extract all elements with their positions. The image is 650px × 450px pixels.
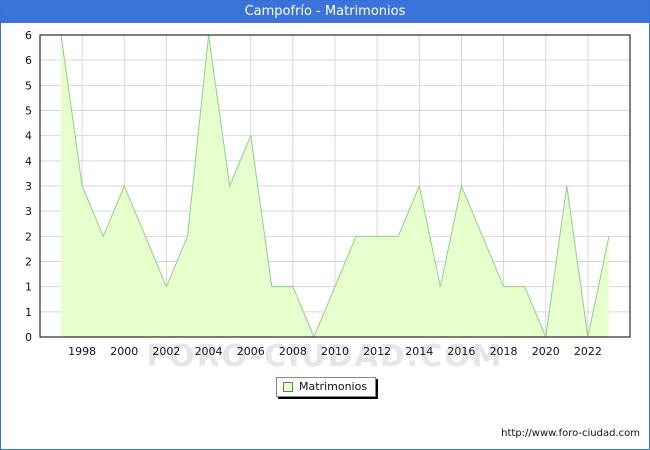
x-tick-label: 2012 [363,345,391,358]
x-tick-label: 2002 [152,345,180,358]
y-tick-label: 2 [25,256,32,269]
footer-url[interactable]: http://www.foro-ciudad.com [501,428,640,439]
x-tick-label: 2010 [321,345,349,358]
x-tick-label: 2006 [237,345,265,358]
x-tick-label: 2020 [532,345,560,358]
x-tick-label: 2022 [574,345,602,358]
x-tick-label: 1998 [68,345,96,358]
x-tick-label: 2014 [405,345,433,358]
y-tick-label: 1 [25,281,32,294]
y-tick-label: 1 [25,306,32,319]
x-tick-label: 2000 [110,345,138,358]
y-tick-label: 6 [25,29,32,42]
y-tick-label: 4 [25,155,32,168]
y-tick-label: 5 [25,79,32,92]
x-tick-label: 2004 [195,345,223,358]
x-tick-label: 2008 [279,345,307,358]
y-tick-label: 6 [25,54,32,67]
y-tick-label: 2 [25,230,32,243]
legend: Matrimonios [276,377,377,397]
y-tick-label: 3 [25,180,32,193]
x-tick-label: 2016 [447,345,475,358]
y-tick-label: 4 [25,130,32,143]
y-axis-ticks: 0 1 1 2 2 3 3 4 4 5 5 6 6 [25,29,32,344]
y-tick-label: 0 [25,331,32,344]
legend-swatch [283,382,293,392]
y-tick-label: 5 [25,105,32,118]
y-tick-label: 3 [25,205,32,218]
legend-label: Matrimonios [299,380,368,393]
x-tick-label: 2018 [490,345,518,358]
